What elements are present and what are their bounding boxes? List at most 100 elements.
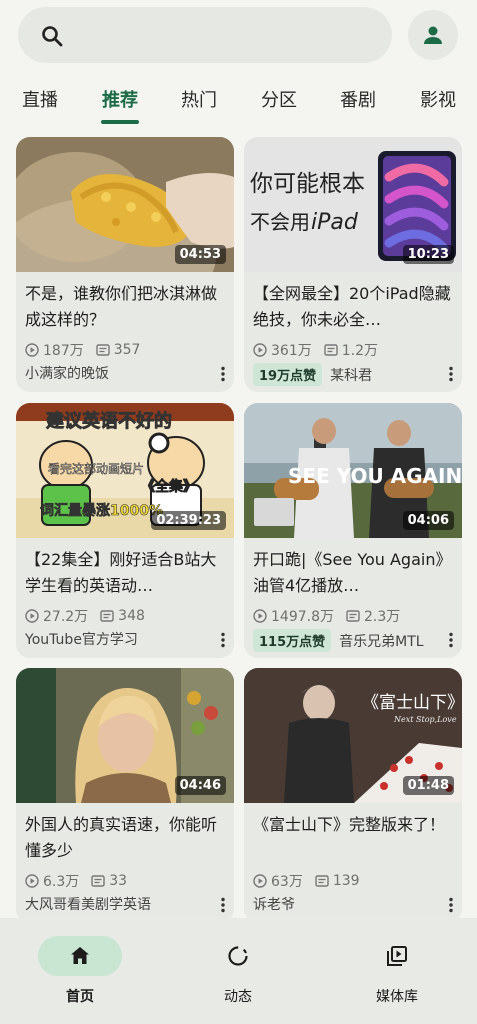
video-title[interactable]: 外国人的真实语速，你能听懂多少 bbox=[25, 812, 225, 864]
video-stats: 6.3万 33 bbox=[25, 871, 127, 891]
nav-activity-pill bbox=[196, 936, 280, 976]
video-card[interactable]: SEE YOU AGAIN 04:06 开口跪|《See You Again》油… bbox=[244, 403, 462, 658]
danmaku-icon bbox=[346, 610, 360, 622]
nav-library[interactable]: 媒体库 bbox=[342, 936, 452, 1006]
danmaku-icon bbox=[324, 344, 338, 356]
video-title[interactable]: 【全网最全】20个iPad隐藏绝技，你未必全… bbox=[253, 281, 453, 333]
thumbnail-caption: 《全集》 bbox=[141, 478, 197, 495]
video-title[interactable]: 不是，谁教你们把冰淇淋做成这样的？ bbox=[25, 281, 225, 333]
more-options-icon[interactable] bbox=[448, 632, 454, 648]
video-card[interactable]: 建议英语不好的 看完这部动画短片 《全集》 词汇量暴涨1000% 02:39:2… bbox=[16, 403, 234, 658]
comment-count: 348 bbox=[118, 608, 145, 624]
nav-home-label: 首页 bbox=[66, 989, 94, 1005]
play-count-icon bbox=[25, 874, 39, 888]
uploader-name[interactable]: 某科君 bbox=[330, 365, 372, 385]
account-icon bbox=[424, 26, 442, 44]
tab-movies[interactable]: 影视 bbox=[408, 86, 468, 112]
more-options-icon[interactable] bbox=[220, 632, 226, 648]
view-count: 27.2万 bbox=[43, 609, 89, 625]
danmaku-icon bbox=[315, 875, 329, 887]
more-options-icon[interactable] bbox=[220, 366, 226, 382]
play-count-icon bbox=[25, 609, 39, 623]
likes-badge: 19万点赞 bbox=[253, 363, 323, 386]
play-count-icon bbox=[253, 874, 267, 888]
thumbnail-caption: 词汇量暴涨1000% bbox=[40, 503, 163, 519]
duration-badge: 04:46 bbox=[174, 776, 226, 795]
video-card[interactable]: 你可能根本 不会用 iPad 10:23 【全网最全】20个iPad隐藏绝技，你… bbox=[244, 137, 462, 392]
video-stats: 27.2万 348 bbox=[25, 606, 145, 626]
video-meta: 115万点赞 音乐兄弟MTL bbox=[253, 629, 424, 652]
video-title[interactable]: 【22集全】刚好适合B站大学生看的英语动… bbox=[25, 547, 225, 599]
more-options-icon[interactable] bbox=[448, 366, 454, 382]
video-title[interactable]: 《富士山下》完整版来了！ bbox=[253, 812, 453, 864]
video-card[interactable]: 04:46 外国人的真实语速，你能听懂多少 6.3万 33 大风哥看美剧学英语 bbox=[16, 668, 234, 923]
video-meta: 小满家的晚饭 bbox=[25, 363, 109, 383]
nav-activity[interactable]: 动态 bbox=[183, 936, 293, 1006]
home-icon bbox=[71, 947, 89, 964]
video-stats: 63万 139 bbox=[253, 871, 360, 891]
comment-count: 1.2万 bbox=[341, 343, 378, 359]
video-thumbnail[interactable]: 04:53 bbox=[16, 137, 234, 272]
video-stats: 187万 357 bbox=[25, 340, 140, 360]
duration-badge: 10:23 bbox=[402, 245, 454, 264]
comment-count: 139 bbox=[332, 873, 360, 889]
account-button[interactable] bbox=[408, 10, 458, 60]
uploader-name[interactable]: 大风哥看美剧学英语 bbox=[25, 894, 151, 914]
thumbnail-caption: 你可能根本 bbox=[250, 171, 365, 197]
uploader-name[interactable]: 小满家的晚饭 bbox=[25, 363, 109, 383]
search-icon bbox=[42, 26, 63, 47]
nav-home-pill bbox=[38, 936, 122, 976]
duration-badge: 04:53 bbox=[174, 245, 226, 264]
play-count-icon bbox=[25, 343, 39, 357]
video-stats: 361万 1.2万 bbox=[253, 340, 378, 360]
nav-library-label: 媒体库 bbox=[376, 989, 418, 1005]
tab-anime[interactable]: 番剧 bbox=[328, 86, 388, 112]
category-tabs: 直播 推荐 热门 分区 番剧 影视 bbox=[0, 80, 477, 126]
nav-home[interactable]: 首页 bbox=[25, 936, 135, 1006]
more-options-icon[interactable] bbox=[220, 897, 226, 913]
tab-categories[interactable]: 分区 bbox=[249, 86, 309, 112]
video-title[interactable]: 开口跪|《See You Again》油管4亿播放… bbox=[253, 547, 453, 599]
view-count: 361万 bbox=[271, 343, 312, 359]
tab-recommended[interactable]: 推荐 bbox=[90, 86, 150, 112]
active-tab-indicator bbox=[101, 120, 139, 124]
video-thumbnail[interactable]: 《富士山下》 Next Stop,Love 01:48 bbox=[244, 668, 462, 803]
play-count-icon bbox=[253, 343, 267, 357]
danmaku-icon bbox=[96, 344, 110, 356]
view-count: 187万 bbox=[43, 343, 84, 359]
video-card[interactable]: 《富士山下》 Next Stop,Love 01:48 《富士山下》完整版来了！… bbox=[244, 668, 462, 923]
uploader-name[interactable]: YouTube官方学习 bbox=[25, 629, 138, 649]
duration-badge: 01:48 bbox=[402, 776, 454, 795]
thumbnail-caption: 《富士山下》 bbox=[362, 693, 462, 713]
thumbnail-caption: Next Stop,Love bbox=[393, 715, 457, 724]
video-meta: 大风哥看美剧学英语 bbox=[25, 894, 151, 914]
view-count: 63万 bbox=[271, 874, 303, 890]
video-meta: 19万点赞 某科君 bbox=[253, 363, 372, 386]
video-meta: YouTube官方学习 bbox=[25, 629, 138, 649]
thumbnail-caption: 不会用 bbox=[250, 210, 310, 234]
search-bar[interactable] bbox=[18, 7, 392, 63]
thumbnail-caption: 看完这部动画短片 bbox=[48, 461, 144, 476]
video-meta: 诉老爷 bbox=[253, 894, 295, 914]
likes-badge: 115万点赞 bbox=[253, 629, 332, 652]
danmaku-icon bbox=[100, 610, 114, 622]
view-count: 1497.8万 bbox=[271, 609, 334, 625]
play-count-icon bbox=[253, 609, 267, 623]
video-thumbnail[interactable]: 你可能根本 不会用 iPad 10:23 bbox=[244, 137, 462, 272]
video-stats: 1497.8万 2.3万 bbox=[253, 606, 400, 626]
thumbnail-caption: 建议英语不好的 bbox=[46, 410, 172, 432]
tab-hot[interactable]: 热门 bbox=[169, 86, 229, 112]
video-thumbnail[interactable]: 04:46 bbox=[16, 668, 234, 803]
danmaku-icon bbox=[91, 875, 105, 887]
comment-count: 33 bbox=[109, 873, 128, 889]
comment-count: 2.3万 bbox=[364, 609, 401, 625]
duration-badge: 02:39:23 bbox=[151, 511, 226, 530]
video-card[interactable]: 04:53 不是，谁教你们把冰淇淋做成这样的？ 187万 357 小满家的晚饭 bbox=[16, 137, 234, 392]
uploader-name[interactable]: 音乐兄弟MTL bbox=[339, 631, 423, 651]
video-thumbnail[interactable]: SEE YOU AGAIN 04:06 bbox=[244, 403, 462, 538]
video-thumbnail[interactable]: 建议英语不好的 看完这部动画短片 《全集》 词汇量暴涨1000% 02:39:2… bbox=[16, 403, 234, 538]
thumbnail-caption: iPad bbox=[311, 210, 359, 235]
uploader-name[interactable]: 诉老爷 bbox=[253, 894, 295, 914]
tab-live[interactable]: 直播 bbox=[10, 86, 70, 112]
more-options-icon[interactable] bbox=[448, 897, 454, 913]
